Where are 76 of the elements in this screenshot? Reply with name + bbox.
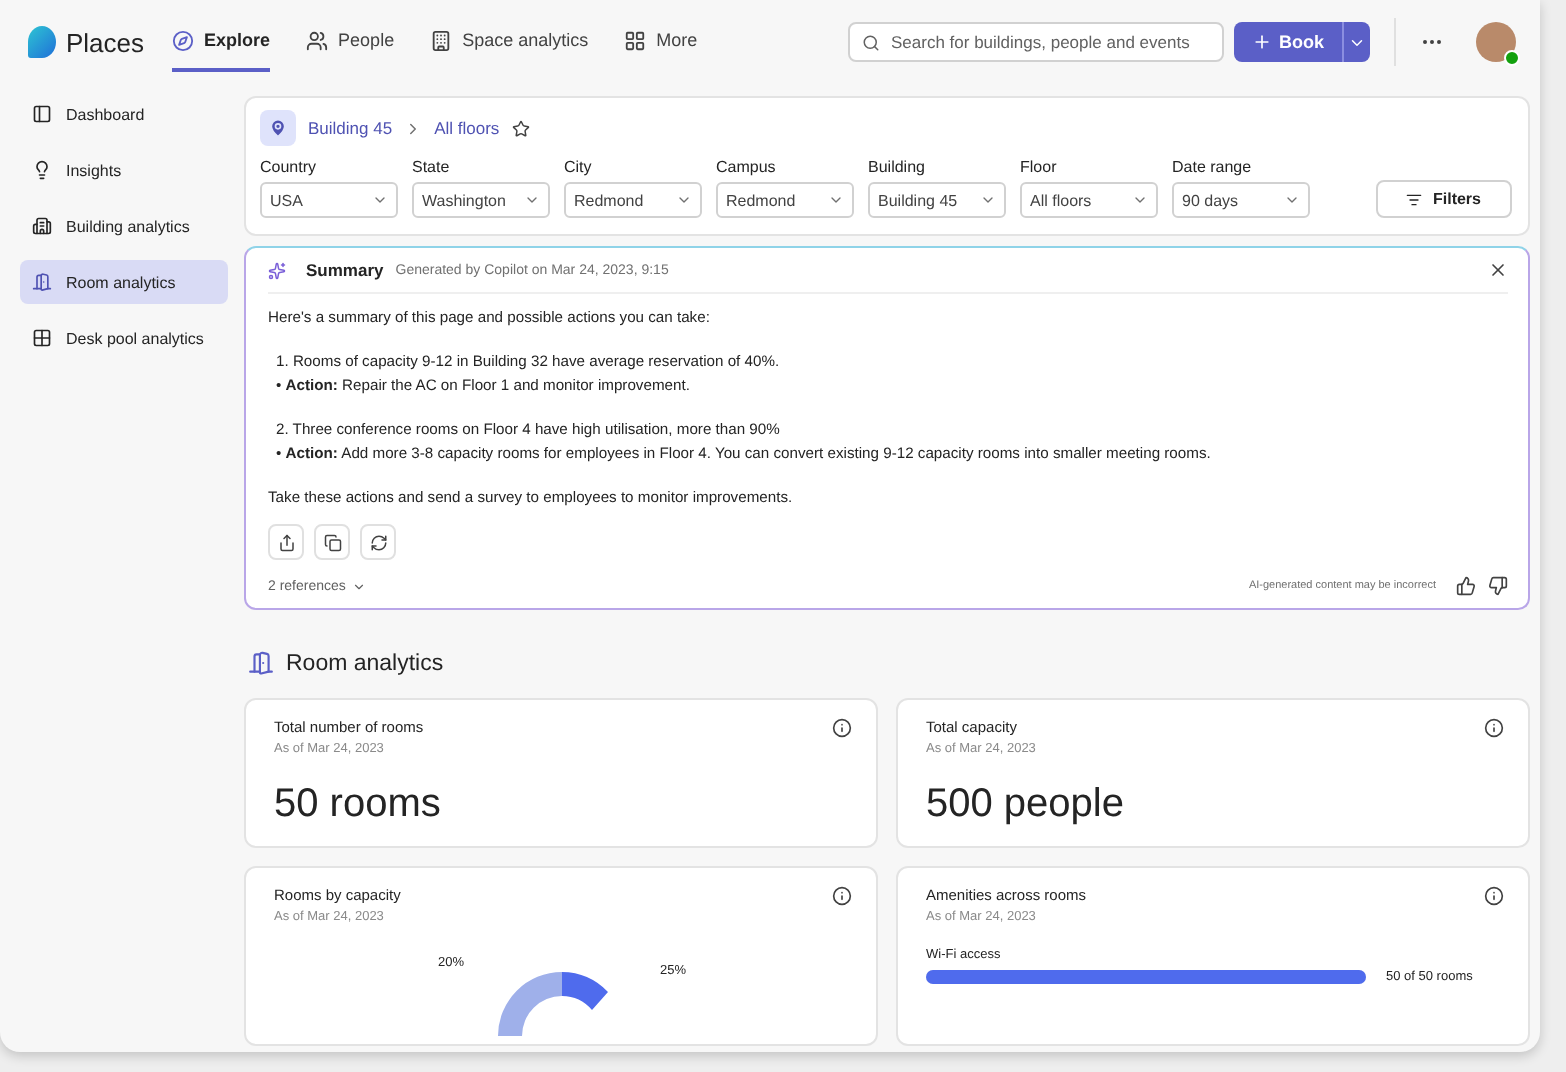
share-button[interactable] <box>268 524 304 560</box>
thumbs-up-icon[interactable] <box>1456 576 1476 596</box>
filters-button[interactable]: Filters <box>1376 180 1512 218</box>
panel-icon <box>32 104 52 124</box>
app-name: Places <box>66 27 145 57</box>
filter-dropdown[interactable]: Washington <box>412 182 550 218</box>
filter-dropdown[interactable]: USA <box>260 182 398 218</box>
nav-tab[interactable]: Space analytics <box>430 13 589 71</box>
filter-label: Floor <box>1020 158 1059 176</box>
donut-drawing <box>498 972 562 1036</box>
door-icon <box>32 272 52 292</box>
close-icon[interactable] <box>1488 260 1508 280</box>
summary-title: Summary <box>306 260 384 280</box>
chevron-down-icon <box>372 192 388 208</box>
stat-value: 50 rooms <box>274 782 443 828</box>
filter-dropdown[interactable]: Building 45 <box>868 182 1006 218</box>
thumbs-down-icon[interactable] <box>1488 576 1508 596</box>
building-icon <box>32 216 52 236</box>
copy-icon <box>323 533 341 551</box>
refresh-icon <box>369 533 387 551</box>
filter-icon <box>1406 191 1423 207</box>
book-menu-button[interactable] <box>1342 22 1370 62</box>
filter-dropdown[interactable]: 90 days <box>1172 182 1310 218</box>
sidebar-item[interactable]: Desk pool analytics <box>20 316 228 360</box>
share-icon <box>277 533 295 551</box>
filter-label: City <box>564 158 594 176</box>
nav-tab[interactable]: People <box>306 13 395 71</box>
sparkle-icon <box>268 261 286 279</box>
search-field[interactable]: Search for buildings, people and events <box>847 22 1223 62</box>
filter-dropdown[interactable]: Redmond <box>564 182 702 218</box>
grid-icon <box>624 29 647 51</box>
sidebar-item[interactable]: Room analytics <box>20 260 228 304</box>
app-logo-icon <box>28 26 56 58</box>
avatar[interactable] <box>1476 22 1516 62</box>
stat-value: 500 people <box>926 782 1126 828</box>
chevron-down-icon <box>828 192 844 208</box>
breadcrumb-link[interactable]: Building 45 <box>308 118 393 138</box>
refresh-button[interactable] <box>360 524 396 560</box>
plus-icon <box>1251 32 1271 52</box>
chevron-down-icon <box>676 192 692 208</box>
search-icon <box>861 33 879 51</box>
nav-tab[interactable]: More <box>624 13 698 71</box>
copy-button[interactable] <box>314 524 350 560</box>
chevron-down-icon <box>1284 192 1300 208</box>
sidebar-item[interactable]: Building analytics <box>20 204 228 248</box>
building-icon <box>430 29 453 51</box>
book-button[interactable]: Book <box>1233 22 1342 62</box>
filter-dropdown[interactable]: Redmond <box>716 182 854 218</box>
people-icon <box>306 29 329 51</box>
sidebar-item[interactable]: Insights <box>20 148 228 192</box>
section-title: Room analytics <box>286 651 444 675</box>
compass-icon <box>172 29 195 51</box>
filter-label: Country <box>260 158 319 176</box>
info-icon[interactable] <box>1484 886 1504 906</box>
lightbulb-icon <box>32 160 52 180</box>
grid-icon <box>32 328 52 348</box>
filter-label: Date range <box>1172 158 1254 176</box>
chevron-down-icon <box>980 192 996 208</box>
info-icon[interactable] <box>832 886 852 906</box>
door-icon <box>248 650 274 676</box>
chevron-down-icon <box>1132 192 1148 208</box>
nav-tab[interactable]: Explore <box>172 13 271 71</box>
filter-dropdown[interactable]: All floors <box>1020 182 1158 218</box>
location-pin-icon <box>260 110 296 146</box>
filter-label: Building <box>868 158 927 176</box>
filter-label: State <box>412 158 452 176</box>
info-icon[interactable] <box>1484 718 1504 738</box>
sidebar-item[interactable]: Dashboard <box>20 92 228 136</box>
presence-dot <box>1504 50 1520 66</box>
donut-segment <box>562 972 608 1010</box>
info-icon[interactable] <box>832 718 852 738</box>
breadcrumb-link[interactable]: All floors <box>434 118 500 138</box>
chevron-down-icon <box>524 192 540 208</box>
favorite-star-icon[interactable] <box>511 119 530 137</box>
chevron-down-icon <box>351 579 366 593</box>
filter-label: Campus <box>716 158 778 176</box>
